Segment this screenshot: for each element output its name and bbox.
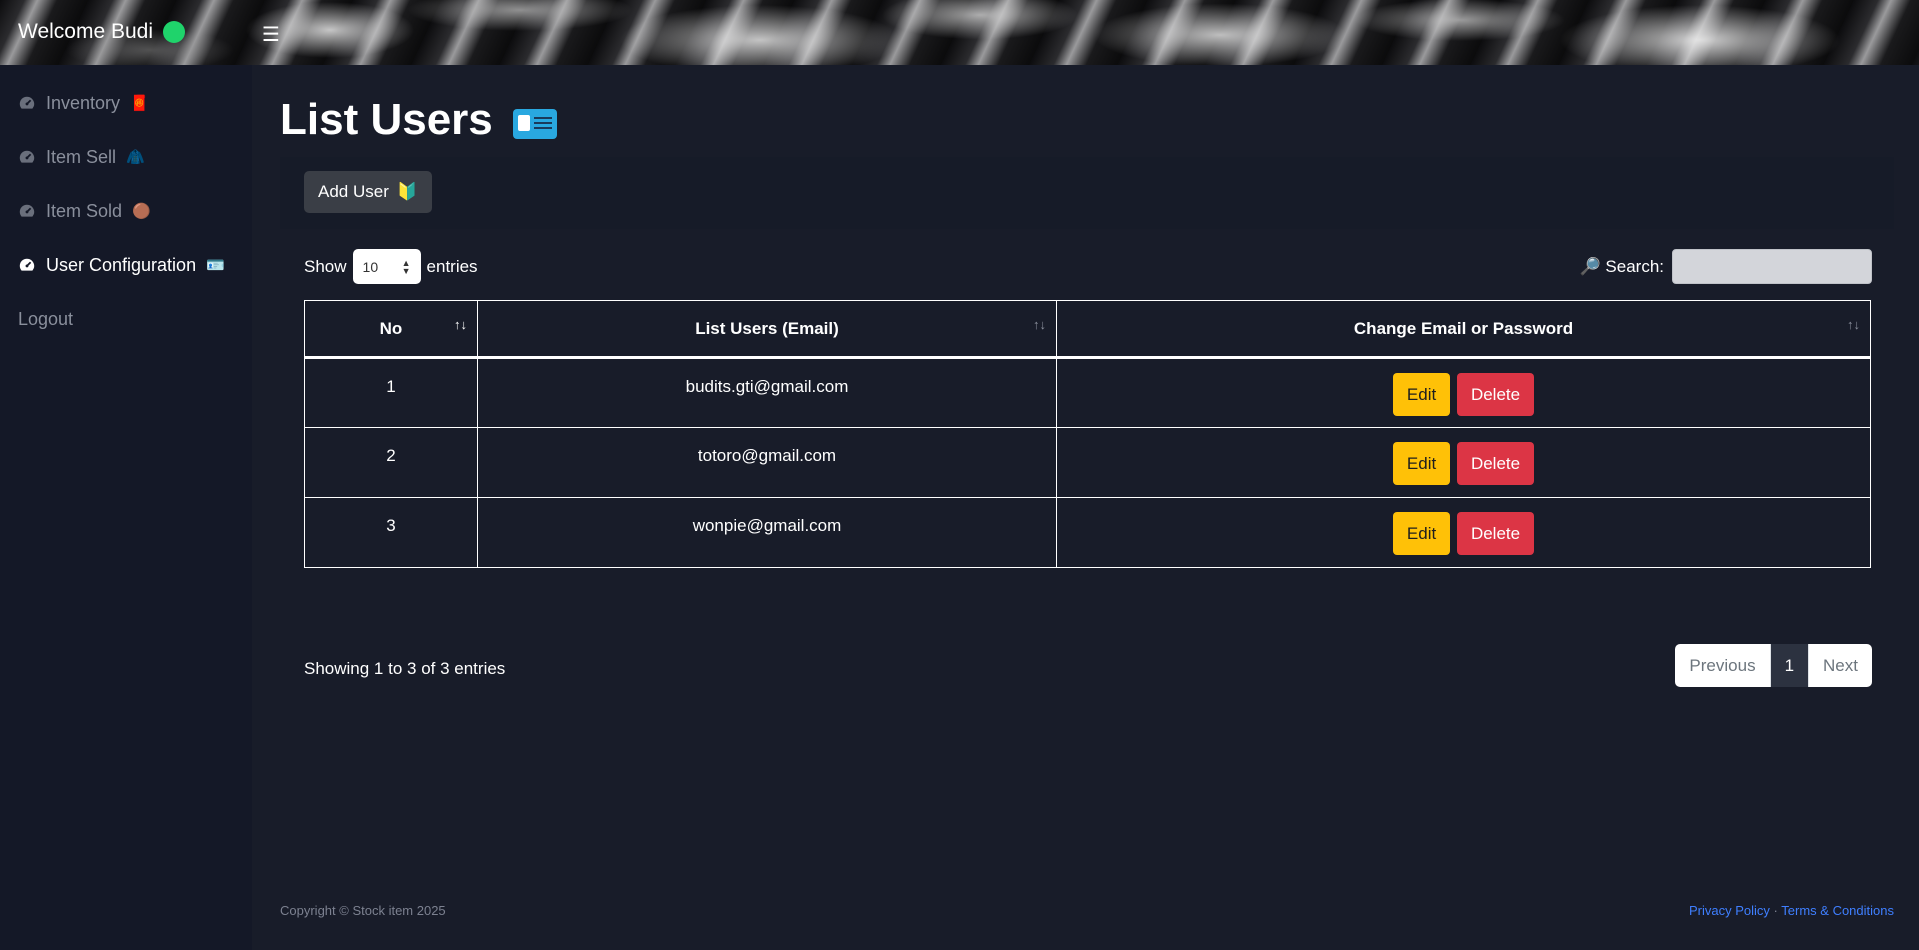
show-label: Show [304,256,347,276]
id-card-icon [512,109,557,139]
next-page-button[interactable]: Next [1809,644,1872,687]
column-header-no[interactable]: No ↑↓ [304,300,478,359]
page-title-text: List Users [280,95,493,144]
edit-button[interactable]: Edit [1392,512,1451,555]
edit-button[interactable]: Edit [1392,442,1451,485]
toolbar-card: Add User 🔰 [280,157,1894,229]
search-label: 🔎 Search: [1579,256,1664,276]
table-row: 3 wonpie@gmail.com Edit Delete [304,497,1871,568]
entries-label: entries [426,256,478,276]
add-user-button[interactable]: Add User 🔰 [304,171,433,213]
cell-no: 3 [304,497,478,568]
dashboard-gauge-icon [19,150,35,163]
cell-no: 1 [304,357,478,428]
red-envelope-icon: 🧧 [130,95,149,112]
delete-button[interactable]: Delete [1456,373,1535,416]
sidebar-item-item-sold[interactable]: Item Sold 🟤 [0,184,252,238]
sidebar-item-user-configuration[interactable]: User Configuration 🪪 [0,238,252,292]
table-header-row: No ↑↓ List Users (Email) ↑↓ Change Email… [304,300,1871,359]
sort-icon: ↑↓ [1847,317,1860,332]
sidebar-item-label: Inventory [46,92,121,113]
sidebar-item-logout[interactable]: Logout [0,292,252,346]
page-title: List Users [280,95,557,145]
id-card-icon: 🪪 [206,257,225,274]
cell-actions: Edit Delete [1056,427,1871,498]
copyright-text: Copyright © Stock item 2025 [280,903,446,918]
cell-email: budits.gti@gmail.com [477,357,1057,428]
sidebar-item-label: Item Sold [46,200,123,221]
previous-page-button[interactable]: Previous [1675,644,1771,687]
brand: Welcome Budi [18,20,186,44]
delete-button[interactable]: Delete [1456,442,1535,485]
sidebar-item-item-sell[interactable]: Item Sell 🧥 [0,130,252,184]
edit-button[interactable]: Edit [1392,373,1451,416]
table-info: Showing 1 to 3 of 3 entries [304,659,506,678]
online-status-icon [163,21,186,43]
footer-separator: · [1773,903,1778,918]
entries-length-select[interactable]: 10 ▲ ▼ [352,249,421,284]
beginner-symbol-icon: 🔰 [396,182,419,201]
users-table-card: Show 10 ▲ ▼ entries 🔎 Search: No ↑↓ List … [280,229,1894,689]
table-row: 2 totoro@gmail.com Edit Delete [304,427,1871,498]
hamburger-menu-icon[interactable]: ☰ [262,22,280,47]
cell-email: totoro@gmail.com [477,427,1057,498]
footer: Copyright © Stock item 2025 Privacy Poli… [280,903,1894,918]
entries-length-value: 10 [362,258,379,275]
top-navbar: Welcome Budi ☰ [0,0,1919,65]
search-control: 🔎 Search: [1580,249,1872,284]
terms-link[interactable]: Terms & Conditions [1781,903,1894,918]
sidebar-item-label: Item Sell [46,146,117,167]
column-header-email[interactable]: List Users (Email) ↑↓ [477,300,1057,359]
welcome-text: Welcome Budi [18,20,154,43]
search-input[interactable] [1672,249,1872,284]
coat-icon: 🧥 [126,149,145,166]
column-header-actions[interactable]: Change Email or Password ↑↓ [1056,300,1871,359]
dashboard-gauge-icon [19,258,35,271]
sidebar-item-inventory[interactable]: Inventory 🧧 [0,76,252,130]
table-row: 1 budits.gti@gmail.com Edit Delete [304,357,1871,428]
dashboard-gauge-icon [19,204,35,217]
cell-email: wonpie@gmail.com [477,497,1057,568]
users-table: No ↑↓ List Users (Email) ↑↓ Change Email… [304,300,1871,568]
dashboard-gauge-icon [19,96,35,109]
sidebar: Inventory 🧧 Item Sell 🧥 Item Sold 🟤 User… [0,65,252,950]
brown-circle-icon: 🟤 [132,203,151,220]
select-arrows-icon: ▲ ▼ [401,257,411,276]
main-content: List Users Add User 🔰 Show 10 ▲ ▼ entries… [252,65,1919,950]
cell-actions: Edit Delete [1056,497,1871,568]
delete-button[interactable]: Delete [1456,512,1535,555]
cell-actions: Edit Delete [1056,357,1871,428]
cell-no: 2 [304,427,478,498]
sort-icon: ↑↓ [1033,317,1046,332]
page-1-button[interactable]: 1 [1770,644,1810,687]
add-user-label: Add User [318,182,389,201]
sidebar-item-label: User Configuration [46,254,197,275]
pagination: Previous 1 Next [1675,644,1872,687]
entries-length-control: Show 10 ▲ ▼ entries [304,249,478,284]
logout-label: Logout [18,308,74,329]
privacy-policy-link[interactable]: Privacy Policy [1689,903,1770,918]
footer-links: Privacy Policy · Terms & Conditions [1689,903,1894,918]
sort-icon: ↑↓ [454,317,467,332]
